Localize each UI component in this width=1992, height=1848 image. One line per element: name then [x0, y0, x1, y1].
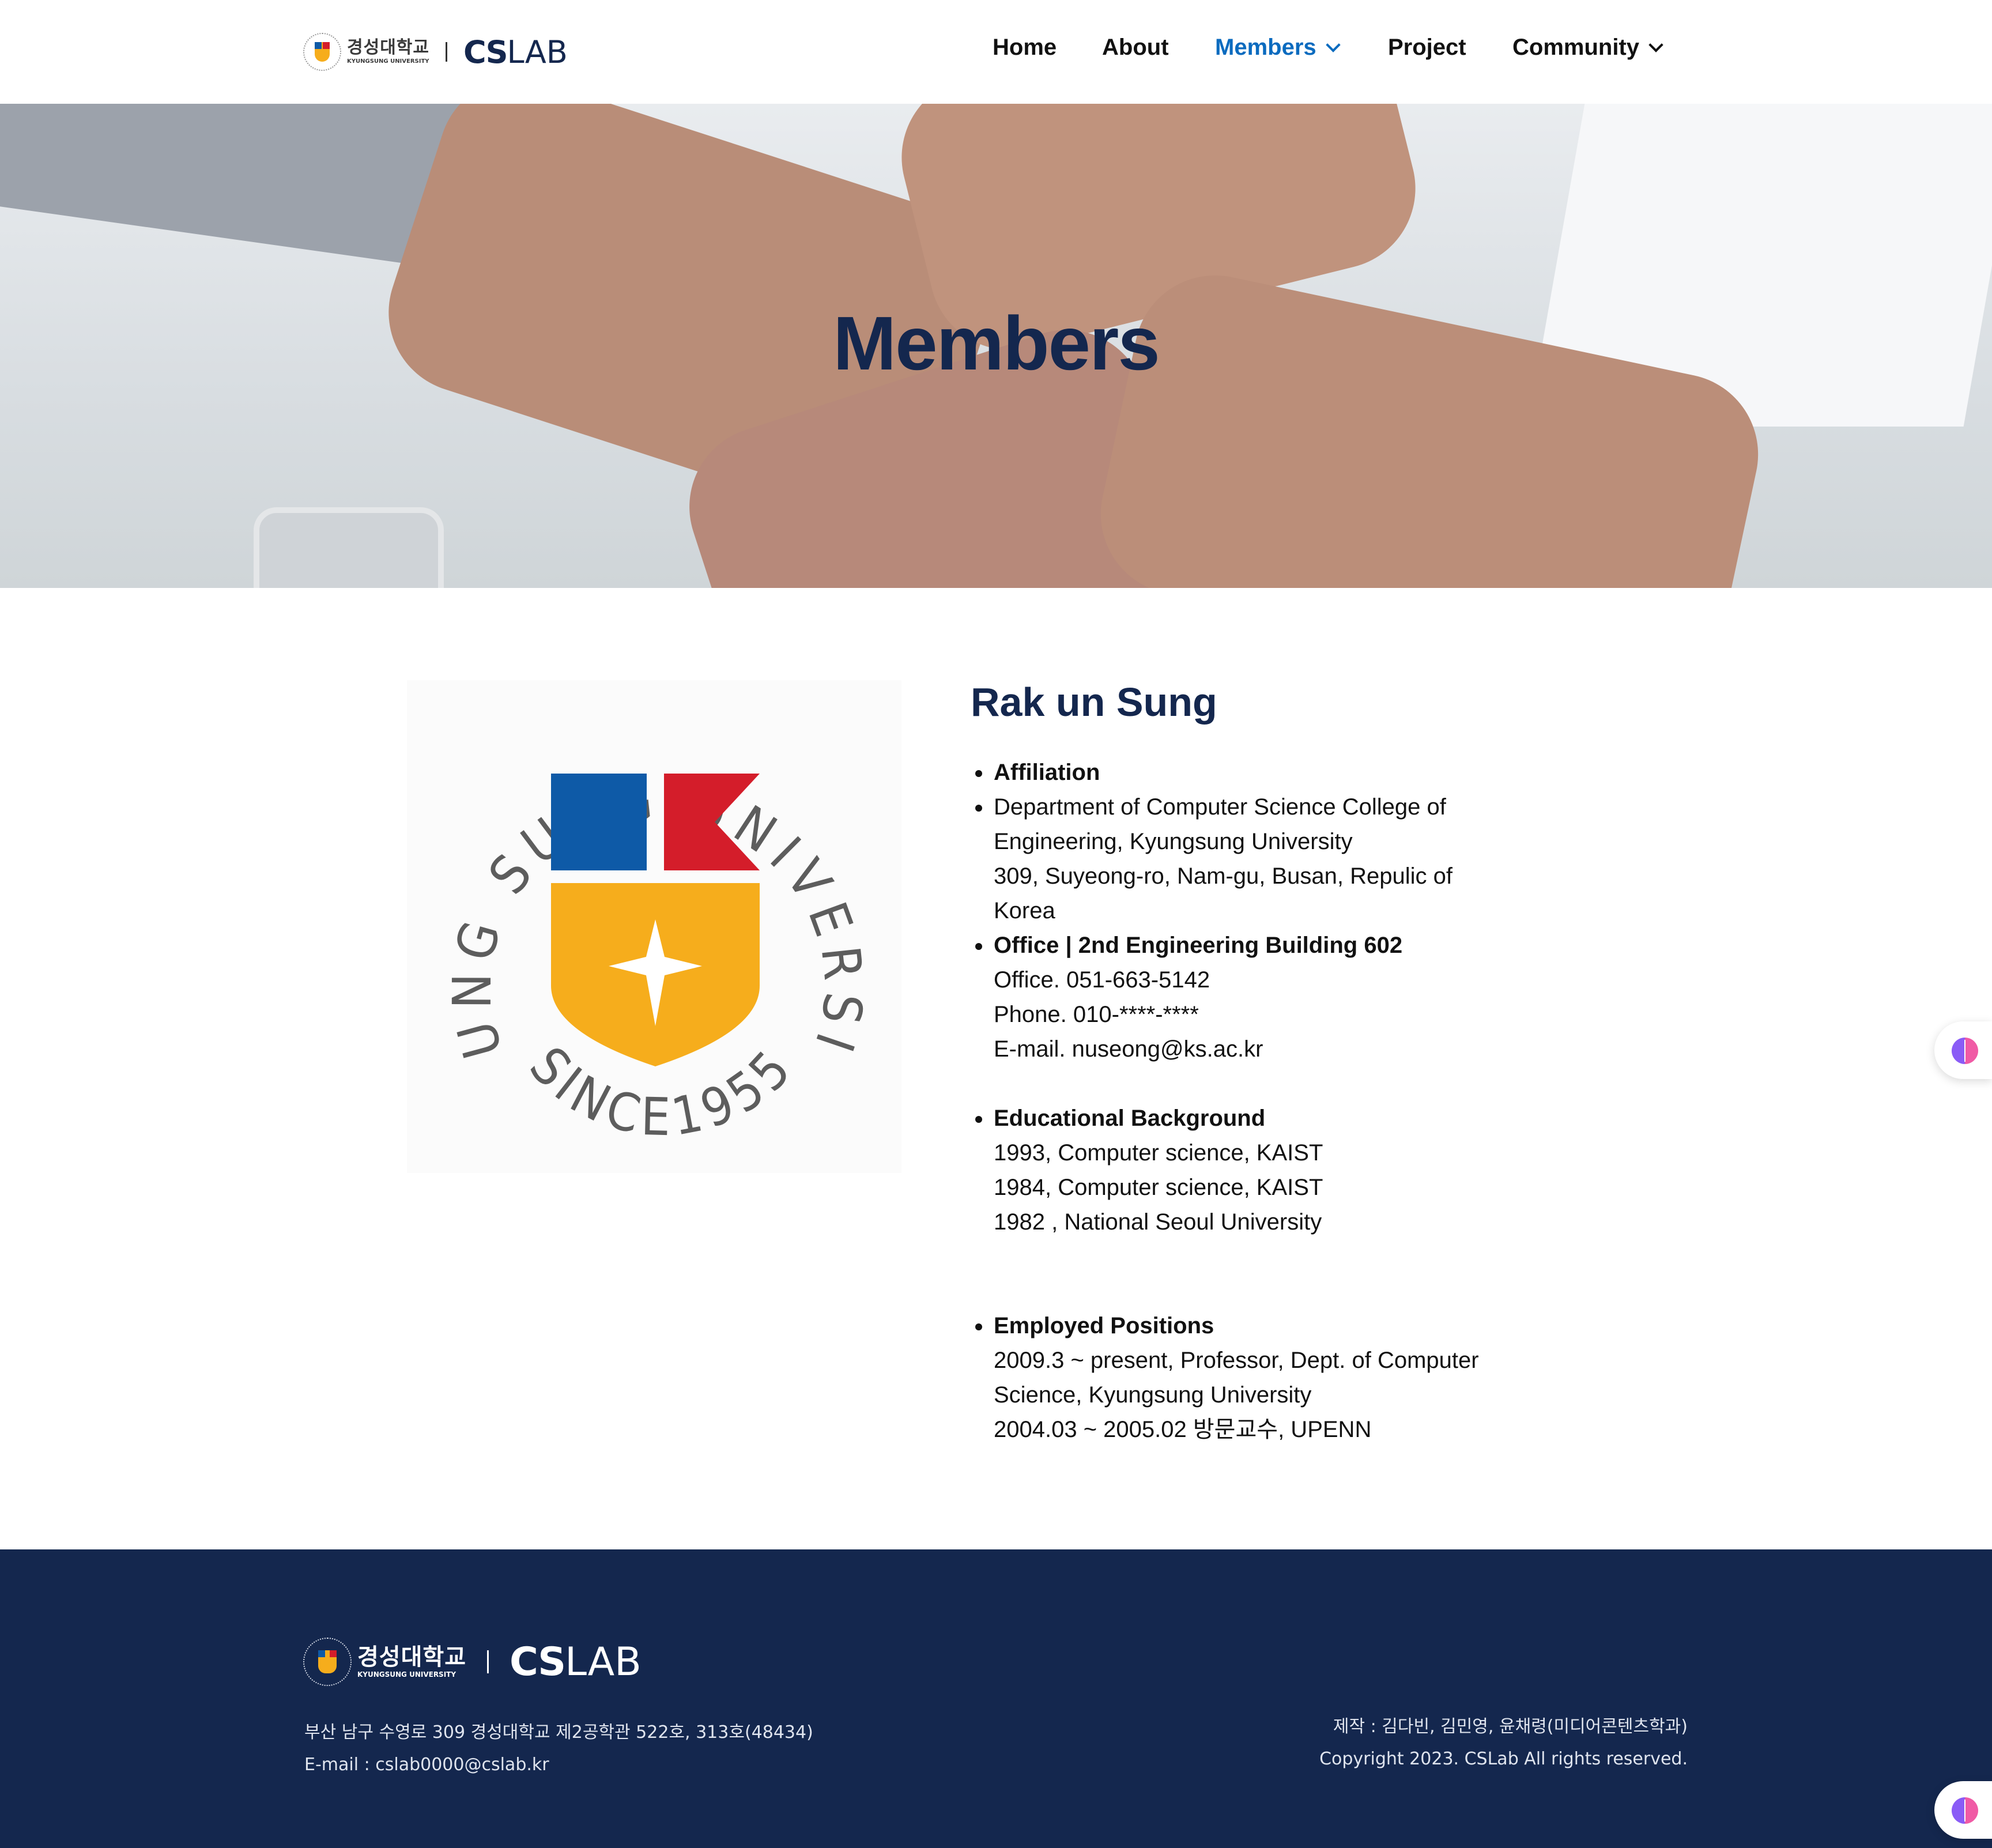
info-employment: Employed Positions 2009.3 ~ present, Pro… [971, 1308, 1489, 1447]
footer-logo-divider [487, 1650, 489, 1673]
page-title: Members [833, 301, 1160, 386]
info-affiliation: Affiliation [971, 755, 1489, 790]
hero-banner: Members [0, 104, 1992, 588]
nav-home[interactable]: Home [993, 35, 1057, 61]
kyungsung-seal-image: KYUNG SUNG UNIVERSITY SINCE1955 [387, 631, 901, 1173]
footer-address: 부산 남구 수영로 309 경성대학교 제2공학관 522호, 313호(484… [304, 1722, 813, 1743]
hero-phone-decoration [254, 507, 444, 588]
chevron-down-icon [1325, 37, 1341, 52]
floating-widget-button[interactable] [1934, 1021, 1992, 1079]
brain-widget-icon [1952, 1797, 1978, 1824]
footer-contact: 부산 남구 수영로 309 경성대학교 제2공학관 522호, 313호(484… [304, 1717, 813, 1781]
main-nav: Home About Members Project Community [0, 35, 1992, 69]
nav-project[interactable]: Project [1388, 35, 1466, 61]
nav-community[interactable]: Community [1512, 35, 1663, 61]
site-header: 경성대학교 KYUNGSUNG UNIVERSITY CSLAB Home Ab… [0, 0, 1992, 104]
footer-makers: 제작 : 김다빈, 김민영, 윤채령(미디어콘텐츠학과) [1333, 1717, 1688, 1737]
info-education: Educational Background 1993, Computer sc… [971, 1101, 1489, 1239]
footer-logo-university-english: KYUNGSUNG UNIVERSITY [357, 1670, 456, 1679]
chevron-down-icon [1648, 37, 1663, 52]
floating-widget-button[interactable] [1934, 1781, 1992, 1839]
university-seal-icon [303, 1638, 352, 1686]
footer-email: E-mail : cslab0000@cslab.kr [304, 1755, 549, 1775]
site-footer: 경성대학교 KYUNGSUNG UNIVERSITY CSLAB 부산 남구 수… [0, 1549, 1992, 1848]
info-department: Department of Computer Science College o… [971, 790, 1489, 928]
footer-logo-university-korean: 경성대학교 [357, 1644, 466, 1670]
nav-about[interactable]: About [1102, 35, 1169, 61]
member-name: Rak un Sung [971, 680, 1217, 725]
footer-copyright: Copyright 2023. CSLab All rights reserve… [1319, 1749, 1688, 1769]
member-info: Affiliation Department of Computer Scien… [971, 755, 1489, 1447]
footer-credits: 제작 : 김다빈, 김민영, 윤채령(미디어콘텐츠학과) Copyright 2… [1319, 1711, 1688, 1775]
brain-widget-icon [1952, 1038, 1978, 1064]
footer-logo[interactable]: 경성대학교 KYUNGSUNG UNIVERSITY CSLAB [303, 1636, 642, 1688]
nav-members[interactable]: Members [1215, 35, 1341, 61]
profile-photo: KYUNG SUNG UNIVERSITY SINCE1955 [387, 631, 901, 1173]
info-office: Office | 2nd Engineering Building 602 Of… [971, 928, 1489, 1066]
member-email: E-mail. nuseong@ks.ac.kr [994, 1036, 1263, 1062]
footer-cslab-wordmark: CSLAB [510, 1639, 642, 1685]
